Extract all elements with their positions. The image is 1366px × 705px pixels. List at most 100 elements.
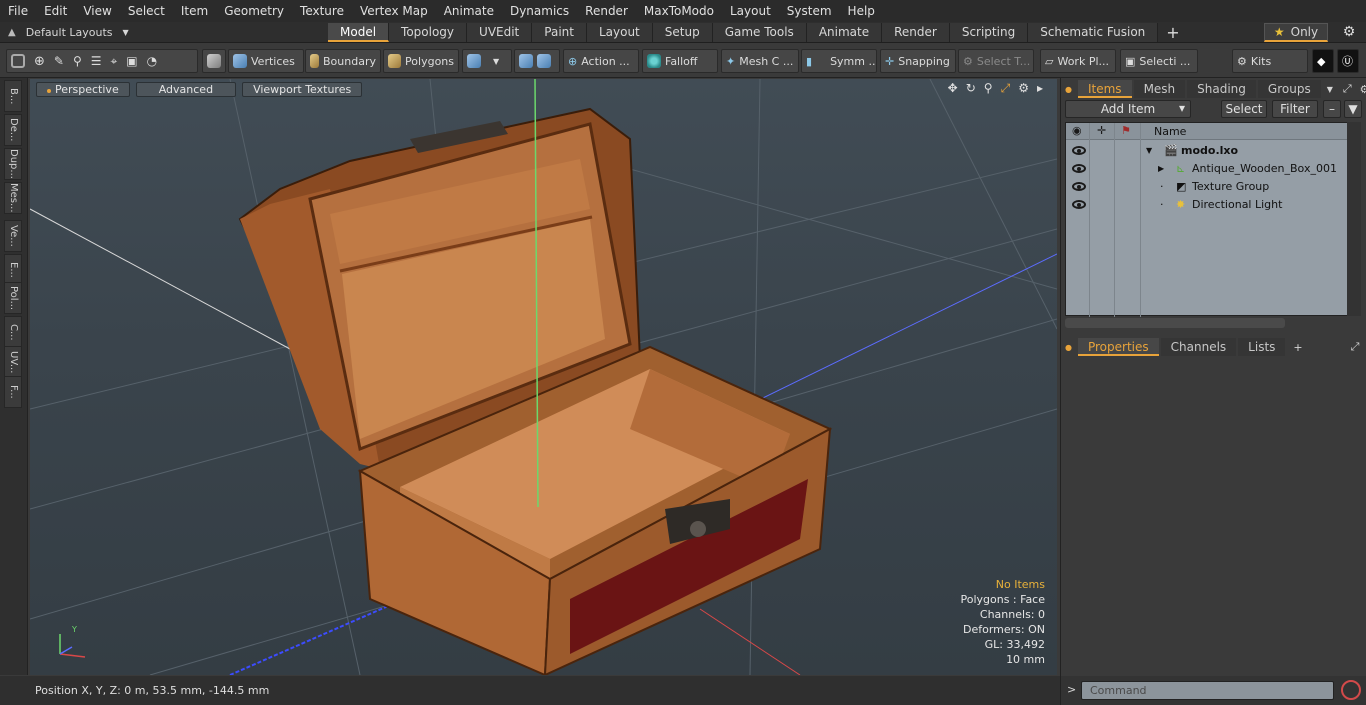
symmetry-shield-buttons[interactable] [514,49,560,73]
strip-tab-polygon[interactable]: Pol... [4,282,22,314]
pen-icon[interactable]: ✎ [54,54,64,68]
material-mode-button[interactable]: ▼ [462,49,512,73]
strip-tab-basic[interactable]: B... [4,80,22,112]
symmetry-button[interactable]: ▮ Symm ... [801,49,877,73]
layout-home-icon[interactable]: ▲ [8,27,16,38]
command-input[interactable]: Command [1081,681,1334,700]
eye-icon[interactable] [1072,163,1086,173]
play-arrow-icon[interactable]: ▸ [1037,81,1043,96]
brush-icon[interactable]: ⚲ [73,54,82,68]
only-toggle[interactable]: ★ Only [1264,23,1328,42]
circle-select-icon[interactable] [11,54,25,68]
tab-topology[interactable]: Topology [389,23,468,42]
tab-paint[interactable]: Paint [532,23,587,42]
kits-button[interactable]: ⚙ Kits [1232,49,1308,73]
align-icon[interactable]: ☰ [91,54,102,68]
globe-icon[interactable]: ⊕ [34,54,45,69]
item-mode-button[interactable] [202,49,226,73]
zoom-icon[interactable]: ⚲ [984,81,993,96]
tab-lists[interactable]: Lists [1238,338,1286,356]
polygons-button[interactable]: Polygons [383,49,459,73]
action-center-button[interactable]: ⊕ Action ... [563,49,639,73]
tree-row-scene[interactable]: ▼ 🎬 modo.lxo [1066,141,1349,159]
gear-icon[interactable]: ⚙ [1340,24,1358,42]
strip-tab-mesh[interactable]: Mes... [4,182,22,214]
menu-geometry[interactable]: Geometry [216,4,292,18]
snapping-button[interactable]: ✛ Snapping [880,49,956,73]
layouts-dropdown[interactable]: ▲ Default Layouts ▼ [8,22,129,43]
funnel-icon[interactable]: ▼ [1344,100,1362,118]
rotate-icon[interactable]: ↻ [966,81,976,96]
strip-tab-duplicate[interactable]: Dup... [4,148,22,180]
tree-row-texture-group[interactable]: · ◩ Texture Group [1066,177,1349,195]
square-target-icon[interactable]: ▣ [126,54,137,68]
strip-tab-fusion[interactable]: F... [4,376,22,408]
mesh-constraint-button[interactable]: ✦ Mesh C ... [721,49,799,73]
select-button[interactable]: Select [1221,100,1267,118]
tab-layout[interactable]: Layout [586,23,653,42]
tab-shading[interactable]: Shading [1187,80,1256,98]
add-item-chevron-icon[interactable]: ▾ [1173,100,1191,118]
tab-groups[interactable]: Groups [1257,80,1321,98]
menu-render[interactable]: Render [577,4,636,18]
menu-view[interactable]: View [75,4,119,18]
strip-tab-deform[interactable]: De... [4,114,22,146]
viewport-textures-dropdown[interactable]: Viewport Textures [242,81,363,97]
eye-icon[interactable] [1072,199,1086,209]
falloff-button[interactable]: Falloff [642,49,718,73]
tab-mesh[interactable]: Mesh ... [1133,80,1186,114]
pan-icon[interactable]: ✥ [948,81,958,96]
menu-layout[interactable]: Layout [722,4,779,18]
eye-icon[interactable] [1072,181,1086,191]
menu-vertex-map[interactable]: Vertex Map [352,4,436,18]
menu-help[interactable]: Help [840,4,883,18]
expand-arrow-icon[interactable]: ▼ [1146,146,1152,155]
select-through-button[interactable]: ⚙ Select T... [958,49,1034,73]
unity-button[interactable]: ◆ [1312,49,1334,73]
panel-gear-icon[interactable]: ⚙ [1360,83,1366,96]
menu-animate[interactable]: Animate [436,4,502,18]
add-tab-icon[interactable]: + [1158,23,1187,42]
menu-edit[interactable]: Edit [36,4,75,18]
eye-icon[interactable] [1072,145,1086,155]
expand-icon[interactable]: ⤢ [1351,340,1360,354]
selection-sets-button[interactable]: ▣ Selecti ... [1120,49,1198,73]
tab-items[interactable]: Items [1077,80,1132,98]
collapse-icon[interactable]: – [1323,100,1341,118]
3d-viewport[interactable]: Y Perspective Advanced Viewport Textures… [30,79,1057,675]
tab-setup[interactable]: Setup [652,23,713,42]
tree-row-mesh[interactable]: ▶ ⊾ Antique_Wooden_Box_001 [1066,159,1349,177]
menu-select[interactable]: Select [120,4,173,18]
filter-button[interactable]: Filter [1272,100,1318,118]
menu-item[interactable]: Item [173,4,216,18]
menu-dynamics[interactable]: Dynamics [502,4,577,18]
tree-row-light[interactable]: · ✸ Directional Light [1066,195,1349,213]
perspective-dropdown[interactable]: Perspective [36,81,130,97]
clock-icon[interactable]: ◔ [147,54,157,68]
menu-maxtomodo[interactable]: MaxToModo [636,4,722,18]
expand-icon[interactable]: ⤢ [1343,82,1352,96]
item-tree-scrollbar[interactable] [1347,122,1361,316]
tab-channels[interactable]: Channels [1160,338,1237,356]
menu-file[interactable]: File [0,4,36,18]
tab-game-tools[interactable]: Game Tools [712,23,807,42]
unreal-button[interactable]: Ⓤ [1337,49,1359,73]
add-tab-icon[interactable]: + [1293,341,1302,354]
advanced-dropdown[interactable]: Advanced [135,81,237,97]
vertices-button[interactable]: Vertices [228,49,304,73]
fit-icon[interactable]: ⤢ [1001,81,1011,96]
tab-scripting[interactable]: Scripting [949,23,1029,42]
strip-tab-vertex[interactable]: Ve... [4,220,22,252]
tab-schematic-fusion[interactable]: Schematic Fusion [1028,23,1159,42]
crosshair-icon[interactable]: ⌖ [111,54,118,69]
tab-model[interactable]: Model [328,23,390,42]
menu-system[interactable]: System [779,4,840,18]
tab-uvedit[interactable]: UVEdit [467,23,533,42]
viewport-gear-icon[interactable]: ⚙ [1018,81,1029,96]
strip-tab-uv[interactable]: UV... [4,346,22,378]
tab-properties[interactable]: Properties [1077,338,1159,356]
boundary-button[interactable]: Boundary [305,49,381,73]
tab-animate[interactable]: Animate [806,23,883,42]
item-tree-hscrollbar[interactable] [1065,318,1285,328]
expand-arrow-icon[interactable]: ▶ [1158,164,1164,173]
